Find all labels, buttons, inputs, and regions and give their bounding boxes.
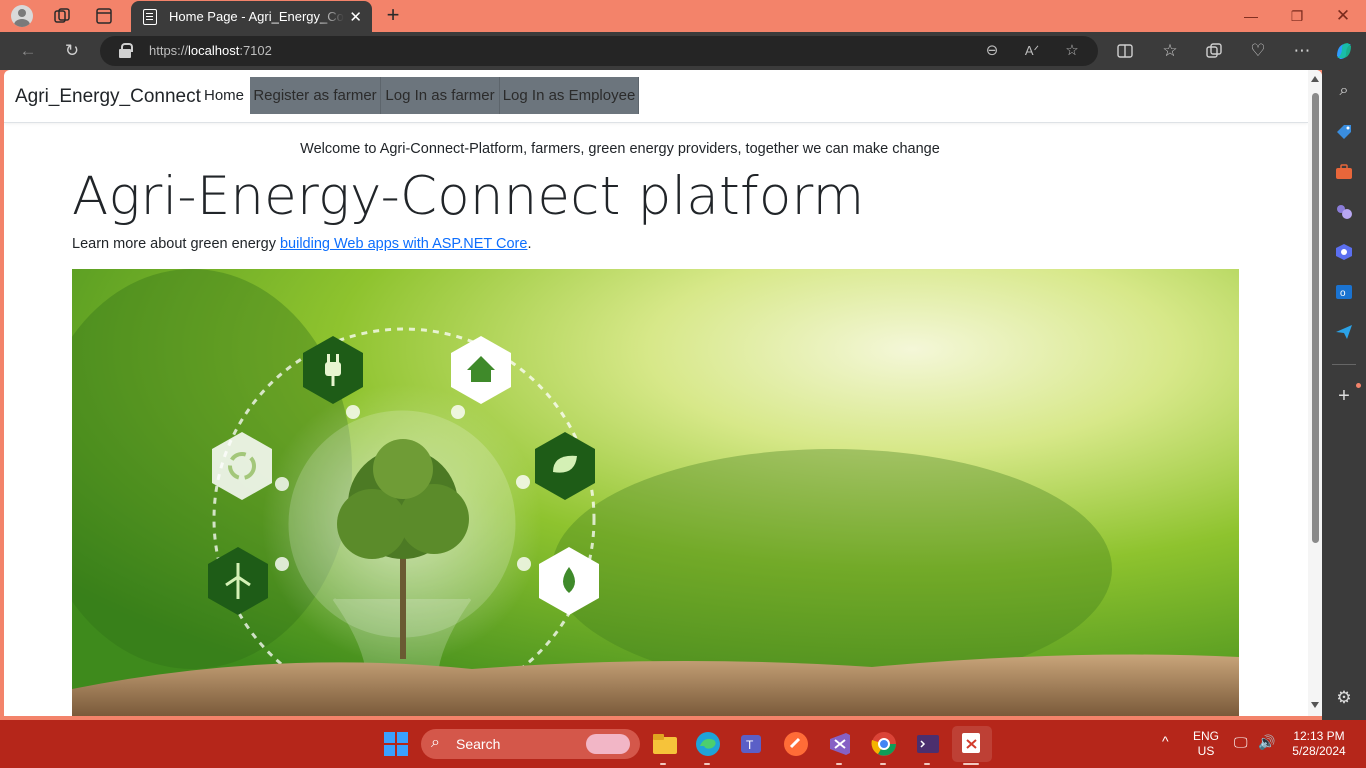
page-scrollbar[interactable] xyxy=(1308,70,1322,716)
aspnet-core-link[interactable]: building Web apps with ASP.NET Core xyxy=(280,236,527,252)
restore-icon[interactable]: ❐ xyxy=(1274,0,1320,32)
url-text[interactable]: https://localhost:7102 xyxy=(149,43,272,58)
address-bar[interactable]: https://localhost:7102 ⊖ Aᐟ ☆ xyxy=(100,36,1098,66)
active-indicator xyxy=(963,763,979,765)
svg-text:o: o xyxy=(1340,288,1346,299)
language-indicator[interactable]: ENG US xyxy=(1191,729,1221,759)
drop-send-icon[interactable] xyxy=(1334,322,1354,342)
more-menu-icon[interactable]: ⋯ xyxy=(1290,39,1314,63)
running-indicator xyxy=(704,763,710,765)
add-sidebar-app-icon[interactable]: + xyxy=(1334,386,1354,406)
chrome-icon[interactable] xyxy=(870,730,898,758)
tab-actions-icon[interactable] xyxy=(92,4,116,28)
page-favicon-icon xyxy=(143,8,157,25)
network-icon[interactable]: 🖵 xyxy=(1234,735,1248,750)
edge-browser-icon[interactable] xyxy=(694,730,722,758)
close-tab-icon[interactable]: ✕ xyxy=(349,8,362,26)
learn-more-paragraph: Learn more about green energy building W… xyxy=(72,236,532,252)
running-indicator xyxy=(924,763,930,765)
search-label: Search xyxy=(456,736,501,752)
edge-sidebar: ⌕ o + ⚙ xyxy=(1322,70,1366,720)
search-highlight-icon xyxy=(586,734,630,754)
sidebar-settings-icon[interactable]: ⚙ xyxy=(1334,688,1354,708)
close-window-icon[interactable]: ✕ xyxy=(1320,0,1366,32)
read-aloud-icon[interactable]: Aᐟ xyxy=(1022,41,1042,61)
running-indicator xyxy=(660,763,666,765)
outlook-icon[interactable]: o xyxy=(1334,282,1354,302)
browser-toolbar: ← ↻ https://localhost:7102 ⊖ Aᐟ ☆ ☆ ♡ ⋯ xyxy=(0,32,1366,70)
nav-home-link[interactable]: Home xyxy=(204,87,244,104)
profile-avatar-icon[interactable] xyxy=(10,4,34,28)
favorite-star-icon[interactable]: ☆ xyxy=(1062,41,1082,61)
page-viewport: Agri_Energy_Connect Home Register as far… xyxy=(4,70,1322,716)
postman-icon[interactable] xyxy=(782,730,810,758)
windows-taskbar: ⌕ Search T ^ ENG US 🖵 🔊 12:13 PM 5/28/2024 xyxy=(0,720,1366,768)
zoom-out-icon[interactable]: ⊖ xyxy=(982,41,1002,61)
tools-briefcase-icon[interactable] xyxy=(1334,162,1354,182)
scroll-up-arrow-icon[interactable] xyxy=(1311,76,1319,82)
favorites-icon[interactable]: ☆ xyxy=(1158,39,1182,63)
hero-image xyxy=(72,269,1239,716)
search-icon: ⌕ xyxy=(431,734,440,751)
search-icon[interactable]: ⌕ xyxy=(1334,82,1354,102)
site-brand-link[interactable]: Agri_Energy_Connect xyxy=(15,86,201,108)
workspaces-icon[interactable] xyxy=(50,4,74,28)
login-farmer-button[interactable]: Log In as farmer xyxy=(381,77,500,114)
active-browser-tab[interactable]: Home Page - Agri_Energy_Connect ✕ xyxy=(131,1,372,32)
tab-title: Home Page - Agri_Energy_Connect xyxy=(169,9,344,24)
terminal-icon[interactable] xyxy=(914,730,942,758)
volume-icon[interactable]: 🔊 xyxy=(1258,735,1275,750)
windows-start-icon[interactable] xyxy=(382,730,410,758)
running-indicator xyxy=(836,763,842,765)
show-hidden-icons-chevron[interactable]: ^ xyxy=(1162,734,1169,749)
teams-icon[interactable]: T xyxy=(738,730,766,758)
register-farmer-button[interactable]: Register as farmer xyxy=(250,77,381,114)
lock-icon[interactable] xyxy=(119,43,133,58)
clock[interactable]: 12:13 PM 5/28/2024 xyxy=(1287,729,1351,759)
new-tab-icon[interactable]: + xyxy=(382,3,404,27)
minimize-icon[interactable]: — xyxy=(1228,0,1274,32)
login-employee-button[interactable]: Log In as Employee xyxy=(500,77,639,114)
svg-text:T: T xyxy=(746,738,754,752)
visual-studio-icon[interactable] xyxy=(826,730,854,758)
scrollbar-thumb[interactable] xyxy=(1312,93,1319,543)
shopping-tag-icon[interactable] xyxy=(1334,122,1354,142)
browser-essentials-icon[interactable]: ♡ xyxy=(1246,39,1270,63)
microsoft-365-icon[interactable] xyxy=(1334,242,1354,262)
refresh-icon[interactable]: ↻ xyxy=(60,39,84,63)
welcome-text: Welcome to Agri-Connect-Platform, farmer… xyxy=(300,141,940,157)
running-indicator xyxy=(880,763,886,765)
games-icon[interactable] xyxy=(1334,202,1354,222)
taskbar-search-box[interactable]: ⌕ Search xyxy=(421,729,640,759)
browser-tab-strip: Home Page - Agri_Energy_Connect ✕ + — ❐ … xyxy=(0,0,1366,32)
split-screen-icon[interactable] xyxy=(1113,39,1137,63)
notification-dot xyxy=(1356,383,1361,388)
sidebar-divider xyxy=(1332,364,1356,365)
site-navbar: Agri_Energy_Connect Home Register as far… xyxy=(4,70,1308,123)
back-icon[interactable]: ← xyxy=(16,39,40,63)
file-explorer-icon[interactable] xyxy=(651,730,679,758)
snipping-tool-icon[interactable] xyxy=(952,726,992,762)
collections-icon[interactable] xyxy=(1202,39,1226,63)
page-heading: Agri-Energy-Connect platform xyxy=(72,166,865,227)
scroll-down-arrow-icon[interactable] xyxy=(1311,702,1319,708)
copilot-icon[interactable] xyxy=(1332,39,1356,63)
